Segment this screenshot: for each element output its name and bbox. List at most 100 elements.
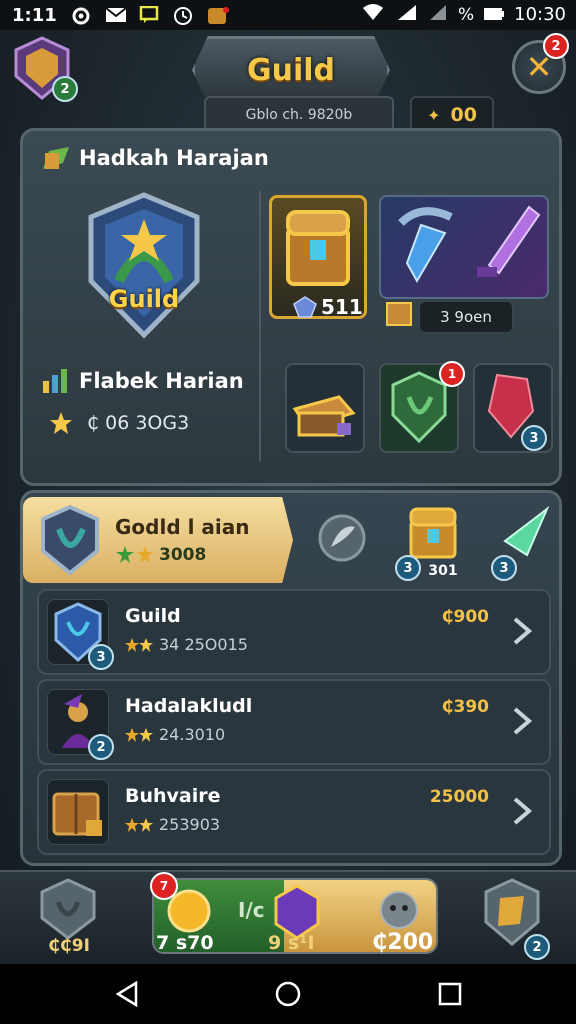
bottom-right-button[interactable]: 2 [480, 876, 550, 960]
list-item-sub-row: 253903 [125, 815, 220, 834]
center-far-value: ₵200 [372, 930, 434, 955]
guild-avatar-button[interactable]: 2 [14, 36, 78, 102]
green-shield-icon [391, 371, 447, 443]
crystal-axe-icon [398, 207, 453, 284]
list-item-sub: 34 25O015 [159, 635, 248, 654]
stars-icon [125, 817, 153, 832]
center-alert-badge: 7 [150, 872, 178, 900]
list-item-price: ₵900 [441, 607, 489, 627]
guild-overview-panel: Hadkah Harajan Guild Flabek Harian ₵ 06 … [20, 128, 562, 486]
back-icon[interactable] [114, 980, 142, 1008]
list-item-sub: 24.3010 [159, 725, 226, 744]
game-app-icon [207, 6, 229, 24]
wifi-icon [362, 3, 384, 26]
list-item[interactable]: 2 Hadalakludl 24.3010 ₵390 [37, 679, 551, 765]
stars-icon [116, 546, 154, 563]
stars-icon [125, 637, 153, 652]
highlight-value-row: 3008 [115, 545, 206, 565]
stone-shield-icon [40, 878, 96, 940]
list-item-icon: 3 [47, 599, 114, 670]
list-item[interactable]: 3 Guild 34 25O015 ₵900 [37, 589, 551, 675]
signal-icon [394, 3, 418, 26]
list-item-sub-row: 24.3010 [125, 725, 225, 744]
weapon-price[interactable]: 3 9oen [419, 301, 513, 333]
chest-value-row: 511 [293, 295, 363, 319]
list-item-badge: 2 [88, 734, 114, 760]
reward-row: 3 301 3 [313, 499, 553, 581]
status-icons [71, 5, 229, 25]
shield-alert-badge: 1 [439, 361, 465, 387]
guild-emblem-icon [41, 504, 99, 576]
center-mid-text: I/c [238, 898, 265, 922]
list-item-name: Guild [125, 605, 181, 627]
highlight-emblem [39, 504, 101, 576]
list-item-name: Buhvaire [125, 785, 221, 807]
stat-value: ₵ 06 3OG3 [87, 412, 190, 434]
chevron-right-icon[interactable] [507, 793, 537, 829]
stat-title: Flabek Harian [79, 369, 244, 393]
battery-percent: % [457, 4, 475, 25]
section-title-row: Hadkah Harajan [41, 145, 269, 171]
stars-icon [125, 727, 153, 742]
page-title: Guild [246, 52, 336, 88]
list-item[interactable]: Buhvaire 253903 25000 [37, 769, 551, 855]
item-slot-chest[interactable] [285, 363, 365, 453]
header: 2 Guild ✕ 2 Gblo ch. 9820b ✦ 00 [0, 30, 576, 140]
weapon-slot[interactable] [379, 195, 549, 299]
bottom-right-badge: 2 [524, 934, 550, 960]
list-item-price: 25000 [429, 787, 489, 807]
title-plate: Guild [192, 36, 390, 104]
open-chest-icon [292, 395, 356, 437]
feather-icon [318, 514, 366, 562]
gem-icon [503, 505, 550, 557]
chevron-right-icon[interactable] [507, 613, 537, 649]
reward-feather[interactable] [313, 499, 373, 579]
bottom-left-button[interactable]: ₵₵9I [34, 876, 104, 960]
star-icon [50, 412, 72, 434]
close-button[interactable]: ✕ 2 [512, 33, 569, 94]
recents-icon[interactable] [436, 980, 464, 1008]
guild-shield-icon [88, 192, 200, 339]
treasure-chest-icon [286, 210, 350, 286]
list-item-sub-row: 34 25O015 [125, 635, 248, 654]
bottom-left-label: ₵₵9I [48, 936, 90, 956]
list-item-name: Hadalakludl [125, 695, 253, 717]
guild-emblem[interactable]: Guild [79, 191, 209, 341]
list-item-icon: 2 [47, 689, 114, 760]
signal-icon-2 [428, 3, 448, 26]
chart-icon [43, 369, 67, 393]
highlight-value: 3008 [159, 545, 207, 565]
gem-icon [293, 296, 317, 318]
stat-value-row: ₵ 06 3OG3 [49, 411, 189, 435]
reward-chest[interactable]: 3 301 [395, 499, 463, 581]
battery-icon [484, 5, 505, 25]
item-slot-shield[interactable]: 1 [379, 361, 465, 453]
currency-value: 00 [450, 104, 477, 126]
highlight-name: Godld l aian [115, 515, 250, 539]
list-item-icon [47, 779, 109, 845]
stat-title-row: Flabek Harian [41, 367, 244, 395]
crate-icon [386, 302, 412, 326]
system-nav-bar [0, 964, 576, 1024]
clock-icon [173, 6, 193, 25]
status-right: % 10:30 [362, 3, 566, 26]
gem-reward-badge: 3 [491, 555, 517, 581]
chevron-right-icon[interactable] [507, 703, 537, 739]
chest-icon [409, 507, 457, 559]
highlight-card[interactable]: Godld l aian 3008 [23, 497, 293, 583]
crate-icon [52, 792, 102, 836]
home-icon[interactable] [274, 980, 302, 1008]
item-slot-gem[interactable]: 3 [473, 363, 553, 453]
message-icon [139, 5, 159, 24]
reward-gem[interactable]: 3 [491, 499, 553, 581]
section-title: Hadkah Harajan [79, 146, 269, 170]
guild-list-panel: Godld l aian 3008 3 301 3 3 Guild 34 25O… [20, 490, 562, 866]
chest-value: 511 [321, 295, 363, 319]
close-badge: 2 [543, 33, 569, 59]
mail-icon [105, 6, 127, 24]
list-item-sub: 253903 [159, 815, 221, 834]
gear-icon [71, 6, 91, 25]
guild-emblem-label: Guild [108, 285, 180, 313]
list-item-price: ₵390 [441, 697, 489, 717]
status-clock: 10:30 [514, 4, 566, 25]
